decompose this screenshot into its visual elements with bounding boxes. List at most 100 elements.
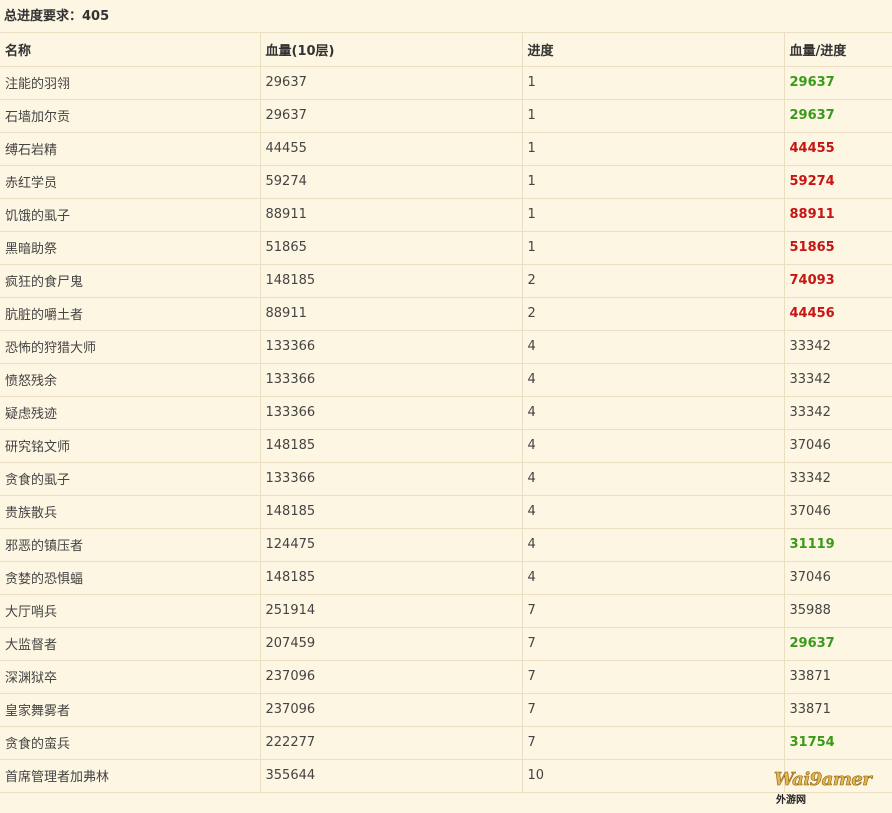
table-body: 注能的羽翎 29637 1 29637 石墙加尔贡 29637 1 29637 缚石岩精 4445… [0, 66, 892, 793]
cell-name: 首席管理者加弗林 [0, 759, 261, 793]
header-row: 名称 血量(10层) 进度 血量/进度 [0, 33, 892, 67]
table-row: 肮脏的嚼土者 88911 2 44456 [0, 297, 892, 331]
site-watermark-logo: Wai9amer 外游网 [774, 769, 886, 809]
cell-name: 疑虑残迹 [0, 396, 261, 430]
table-row: 邪恶的镇压者 124475 4 31119 [0, 528, 892, 562]
cell-hp: 148185 [260, 264, 523, 298]
watermark-brand: Wai9amer [774, 769, 872, 791]
cell-hp: 148185 [260, 561, 523, 595]
cell-name: 注能的羽翎 [0, 66, 261, 100]
cell-hp: 207459 [260, 627, 523, 661]
table-row: 贪食的虱子 133366 4 33342 [0, 462, 892, 496]
watermark-sub: 外游网 [776, 795, 806, 806]
cell-progress: 4 [522, 528, 785, 562]
table-row: 注能的羽翎 29637 1 29637 [0, 66, 892, 100]
cell-progress: 1 [522, 99, 785, 133]
header-progress: 进度 [522, 33, 785, 67]
cell-hp: 59274 [260, 165, 523, 199]
table-row: 缚石岩精 44455 1 44455 [0, 132, 892, 166]
cell-name: 黑暗助祭 [0, 231, 261, 265]
cell-ratio: 31119 [784, 528, 892, 562]
cell-hp: 124475 [260, 528, 523, 562]
table-row: 石墙加尔贡 29637 1 29637 [0, 99, 892, 133]
cell-progress: 7 [522, 726, 785, 760]
cell-name: 愤怒残余 [0, 363, 261, 397]
cell-progress: 4 [522, 561, 785, 595]
table-row: 疑虑残迹 133366 4 33342 [0, 396, 892, 430]
header-name: 名称 [0, 33, 261, 67]
cell-progress: 4 [522, 429, 785, 463]
cell-hp: 148185 [260, 495, 523, 529]
cell-name: 肮脏的嚼土者 [0, 297, 261, 331]
cell-ratio: 29637 [784, 627, 892, 661]
cell-hp: 44455 [260, 132, 523, 166]
cell-name: 贪婪的恐惧蝠 [0, 561, 261, 595]
cell-hp: 133366 [260, 396, 523, 430]
cell-ratio: 33342 [784, 396, 892, 430]
cell-progress: 7 [522, 660, 785, 694]
cell-progress: 4 [522, 330, 785, 364]
cell-progress: 1 [522, 198, 785, 232]
table-row: 恐怖的狩猎大师 133366 4 33342 [0, 330, 892, 364]
cell-hp: 133366 [260, 363, 523, 397]
cell-ratio: 29637 [784, 66, 892, 100]
cell-hp: 355644 [260, 759, 523, 793]
cell-progress: 2 [522, 264, 785, 298]
cell-name: 石墙加尔贡 [0, 99, 261, 133]
cell-hp: 148185 [260, 429, 523, 463]
table-row: 大监督者 207459 7 29637 [0, 627, 892, 661]
table-row: 贪食的蛮兵 222277 7 31754 [0, 726, 892, 760]
table-row: 皇家舞雾者 237096 7 33871 [0, 693, 892, 727]
cell-progress: 7 [522, 627, 785, 661]
cell-hp: 133366 [260, 462, 523, 496]
cell-progress: 4 [522, 363, 785, 397]
cell-name: 邪恶的镇压者 [0, 528, 261, 562]
cell-progress: 1 [522, 66, 785, 100]
cell-name: 大厅哨兵 [0, 594, 261, 628]
cell-hp: 237096 [260, 693, 523, 727]
cell-hp: 251914 [260, 594, 523, 628]
cell-progress: 1 [522, 132, 785, 166]
cell-ratio: 59274 [784, 165, 892, 199]
cell-progress: 2 [522, 297, 785, 331]
cell-ratio: 29637 [784, 99, 892, 133]
cell-progress: 1 [522, 231, 785, 265]
cell-ratio: 33871 [784, 660, 892, 694]
header-ratio: 血量/进度 [784, 33, 892, 67]
table-row: 愤怒残余 133366 4 33342 [0, 363, 892, 397]
cell-ratio: 88911 [784, 198, 892, 232]
cell-name: 疯狂的食尸鬼 [0, 264, 261, 298]
cell-hp: 222277 [260, 726, 523, 760]
cell-ratio: 74093 [784, 264, 892, 298]
cell-hp: 51865 [260, 231, 523, 265]
cell-ratio: 33342 [784, 363, 892, 397]
cell-name: 深渊狱卒 [0, 660, 261, 694]
cell-ratio: 37046 [784, 429, 892, 463]
cell-name: 大监督者 [0, 627, 261, 661]
cell-name: 缚石岩精 [0, 132, 261, 166]
cell-name: 皇家舞雾者 [0, 693, 261, 727]
table-row: 疯狂的食尸鬼 148185 2 74093 [0, 264, 892, 298]
cell-name: 贪食的蛮兵 [0, 726, 261, 760]
cell-ratio: 35988 [784, 594, 892, 628]
cell-ratio: 37046 [784, 561, 892, 595]
header-hp: 血量(10层) [260, 33, 523, 67]
table-caption: 总进度要求：405 [0, 0, 892, 33]
cell-ratio: 44456 [784, 297, 892, 331]
cell-hp: 237096 [260, 660, 523, 694]
table-row: 深渊狱卒 237096 7 33871 [0, 660, 892, 694]
cell-ratio: 33342 [784, 330, 892, 364]
cell-progress: 1 [522, 165, 785, 199]
page: 总进度要求：405 名称 血量(10层) 进度 血量/进度 注能的羽翎 29637… [0, 0, 892, 813]
cell-ratio: 33871 [784, 693, 892, 727]
table-row: 研究铭文师 148185 4 37046 [0, 429, 892, 463]
cell-name: 赤红学员 [0, 165, 261, 199]
cell-hp: 29637 [260, 66, 523, 100]
cell-name: 贪食的虱子 [0, 462, 261, 496]
table-row: 饥饿的虱子 88911 1 88911 [0, 198, 892, 232]
cell-progress: 4 [522, 462, 785, 496]
cell-progress: 4 [522, 495, 785, 529]
mob-table: 名称 血量(10层) 进度 血量/进度 注能的羽翎 29637 1 29637 石墙加尔… [0, 33, 892, 793]
cell-ratio: 51865 [784, 231, 892, 265]
table-row: 首席管理者加弗林 355644 10 [0, 759, 892, 793]
